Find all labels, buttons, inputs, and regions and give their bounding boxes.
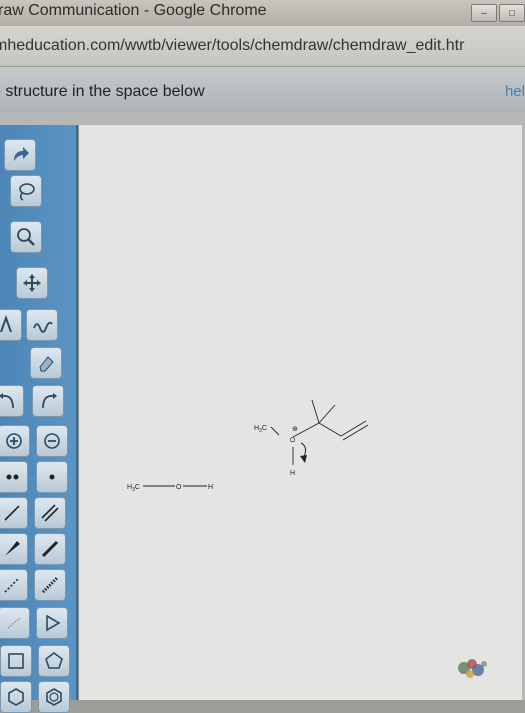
- single-bond-icon[interactable]: [0, 497, 28, 529]
- tool-palette: [0, 125, 78, 713]
- window-controls: – □: [471, 4, 525, 22]
- methanol-hydrogen-label: H: [208, 484, 213, 491]
- instruction-bar: e structure in the space below hel: [0, 67, 525, 113]
- drawing-canvas[interactable]: H3C O H H3C ⊕ O H: [78, 125, 522, 700]
- lone-pair-icon[interactable]: [0, 461, 28, 493]
- squiggle-bond-icon[interactable]: [26, 309, 58, 341]
- structure-drawing: H3C O H H3C ⊕ O H: [127, 399, 369, 493]
- minimize-button[interactable]: –: [471, 4, 497, 22]
- pentagon-ring-icon[interactable]: [38, 645, 70, 677]
- window-title: raw Communication - Google Chrome: [0, 2, 267, 19]
- address-bar[interactable]: mheducation.com/wwtb/viewer/tools/chemdr…: [0, 26, 525, 67]
- methyl-bond-2: [318, 404, 336, 424]
- curved-arrow-head: [300, 455, 307, 463]
- benzene-ring-icon[interactable]: [38, 681, 70, 713]
- triangle-ring-icon[interactable]: [36, 607, 68, 639]
- redo-arrow-icon[interactable]: [4, 139, 36, 171]
- methanol-molecule[interactable]: H3C O H: [127, 484, 213, 493]
- square-ring-icon[interactable]: [0, 645, 32, 677]
- carbon-bond: [270, 426, 280, 436]
- methanol-oxygen-label: O: [176, 484, 182, 491]
- chemdraw-logo-icon: [458, 659, 487, 678]
- url-text[interactable]: mheducation.com/wwtb/viewer/tools/chemdr…: [0, 37, 464, 55]
- oxonium-hydrogen-label: H: [290, 470, 295, 477]
- zoom-icon[interactable]: [10, 221, 42, 253]
- move-arrows-icon[interactable]: [16, 267, 48, 299]
- oxonium-charge: ⊕: [292, 426, 298, 433]
- plus-charge-icon[interactable]: [0, 425, 30, 457]
- oxonium-molecule[interactable]: H3C ⊕ O H: [254, 399, 369, 477]
- text-tool-icon[interactable]: [0, 309, 22, 341]
- bold-bond-icon[interactable]: [34, 533, 66, 565]
- dash-bond-icon[interactable]: [0, 569, 28, 601]
- window-title-bar: raw Communication - Google Chrome – □: [0, 0, 525, 26]
- help-link[interactable]: hel: [505, 83, 525, 100]
- wedge-bond-icon[interactable]: [0, 533, 28, 565]
- oxonium-oxygen-label: O: [288, 437, 295, 443]
- eraser-icon[interactable]: [30, 347, 62, 379]
- lasso-icon[interactable]: [10, 175, 42, 207]
- arc-arrow-icon[interactable]: [32, 385, 64, 417]
- double-bond-icon[interactable]: [34, 497, 66, 529]
- vinyl-bond: [318, 422, 342, 437]
- minus-charge-icon[interactable]: [36, 425, 68, 457]
- methanol-carbon-label: H3C: [127, 484, 140, 493]
- methyl-bond-1: [311, 399, 320, 424]
- radical-icon[interactable]: [36, 461, 68, 493]
- instruction-text: e structure in the space below: [0, 83, 205, 100]
- hashed-wedge-icon[interactable]: [34, 569, 66, 601]
- hexagon-ring-icon[interactable]: [0, 681, 32, 713]
- oxonium-carbon-label: H3C: [254, 425, 267, 434]
- cyclopropane-ring-icon[interactable]: [0, 607, 30, 639]
- arc-arrow-left-icon[interactable]: [0, 385, 24, 417]
- maximize-button[interactable]: □: [499, 4, 525, 22]
